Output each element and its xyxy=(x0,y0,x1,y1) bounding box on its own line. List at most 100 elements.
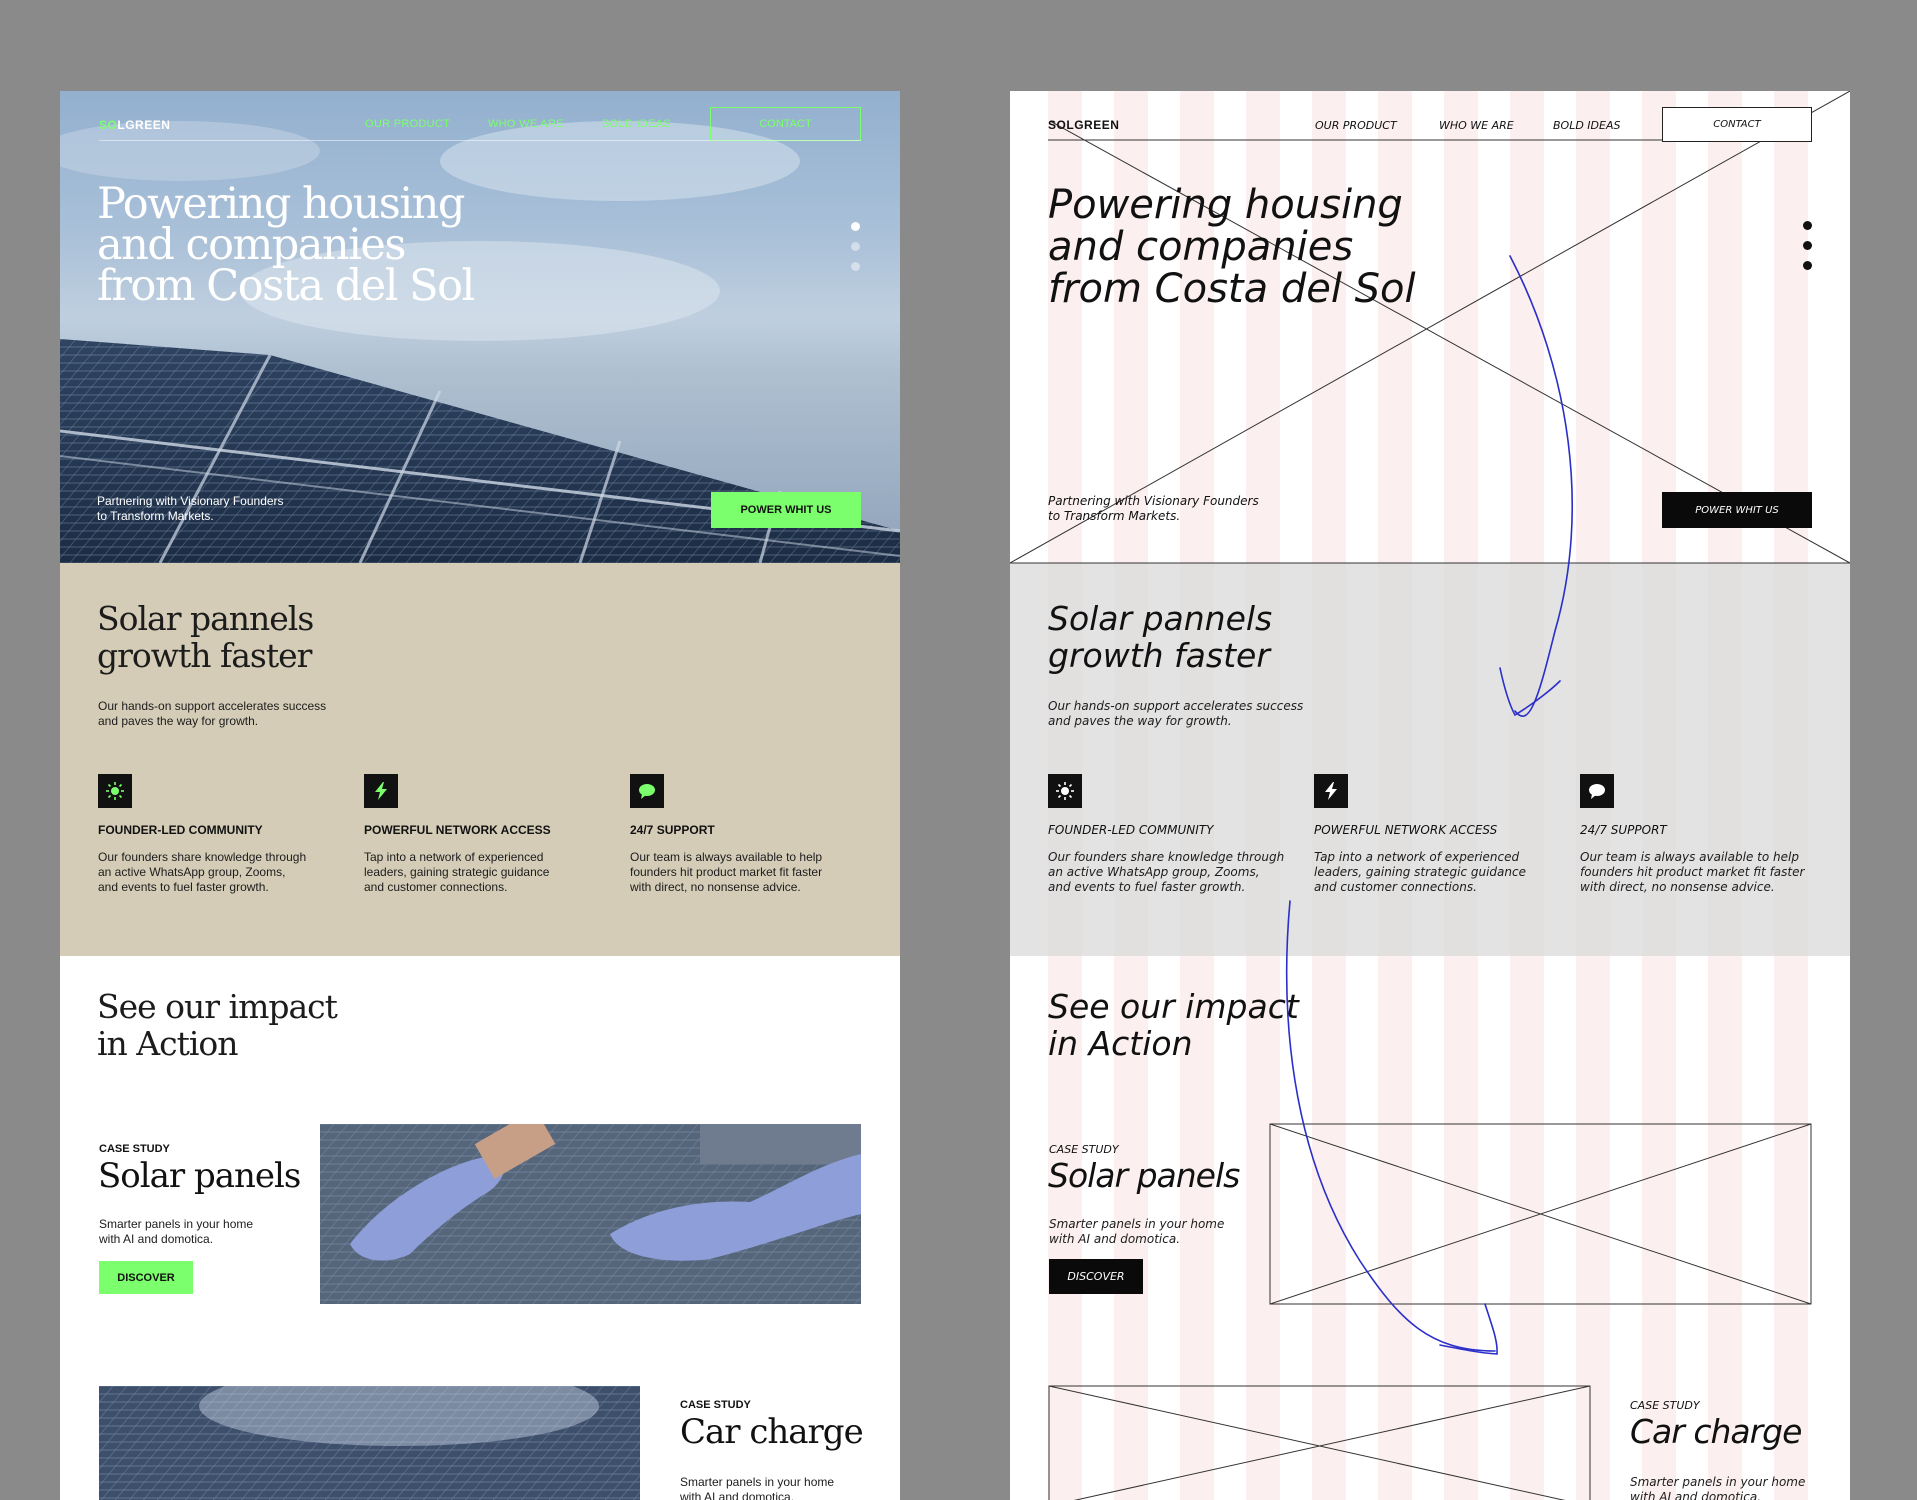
case-study-description: Smarter panels in your home with AI and … xyxy=(1630,1475,1805,1500)
hero-tagline-line: to Transform Markets. xyxy=(97,509,214,523)
features-section: Solar pannels growth faster Our hands-on… xyxy=(60,563,900,956)
case-study-description-line: with AI and domotica. xyxy=(680,1490,795,1500)
nav-who-we-are[interactable]: WHO WE ARE xyxy=(488,118,564,130)
case-study-label: CASE STUDY xyxy=(99,1143,170,1155)
features-heading-line: growth faster xyxy=(1048,636,1270,675)
feature-title: Powerful network access xyxy=(1314,823,1498,837)
contact-button[interactable]: CONTACT xyxy=(710,107,861,141)
feature-title: FOUNDER-LED COMMUNITY xyxy=(98,823,263,837)
impact-heading-line: in Action xyxy=(97,1024,239,1063)
features-heading-line: growth faster xyxy=(97,636,312,675)
hero-section: SOLGREEN OUR PRODUCT WHO WE ARE BOLD IDE… xyxy=(60,91,900,563)
lightning-icon xyxy=(1314,774,1348,808)
power-with-us-button[interactable]: POWER WHIT US xyxy=(711,492,861,528)
impact-heading-line: in Action xyxy=(1048,1024,1193,1063)
sun-icon xyxy=(1048,774,1082,808)
design-artboard: SOLGREEN OUR PRODUCT WHO WE ARE BOLD IDE… xyxy=(60,91,900,1500)
hero-title-line: from Costa del Sol xyxy=(1048,266,1416,312)
power-with-us-button[interactable]: POWER WHIT US xyxy=(1662,492,1812,528)
discover-button[interactable]: DISCOVER xyxy=(99,1261,193,1294)
case-study-title: Car charge xyxy=(1630,1412,1802,1451)
features-heading: Solar pannels growth faster xyxy=(1048,600,1272,674)
case-study-image-gloves xyxy=(320,1124,861,1304)
nav-bold-ideas[interactable]: BOLD IDEAS xyxy=(602,118,671,130)
case-study-description-line: Smarter panels in your home xyxy=(680,1475,835,1489)
logo[interactable]: SOLGREEN xyxy=(99,118,170,132)
hero-title: Powering housing and companies from Cost… xyxy=(97,183,517,308)
slide-dot[interactable] xyxy=(1803,241,1812,250)
discover-button[interactable]: DISCOVER xyxy=(1049,1259,1143,1294)
case-study-title: Car charge xyxy=(680,1412,864,1452)
feature-description-line: Tap into a network of experienced xyxy=(364,850,544,864)
logo[interactable]: SOLGREEN xyxy=(1048,118,1119,132)
feature-description-line: leaders, gaining strategic guidance xyxy=(1314,865,1526,879)
feature-description: Our founders share knowledge through an … xyxy=(98,850,338,895)
feature-description-line: Tap into a network of experienced xyxy=(1314,850,1520,864)
nav-our-product[interactable]: Our product xyxy=(1315,119,1397,132)
hero-title-line: and companies xyxy=(97,220,406,270)
hero-title-line: Powering housing xyxy=(1048,182,1403,228)
impact-heading: See our impact in Action xyxy=(1048,988,1299,1062)
slide-dot-active[interactable] xyxy=(851,222,860,231)
logo-text: LGREEN xyxy=(1066,118,1120,132)
slide-dot[interactable] xyxy=(1803,221,1812,230)
impact-heading: See our impact in Action xyxy=(97,988,338,1063)
case-study-description-line: Smarter panels in your home xyxy=(1630,1475,1806,1489)
feature-description: Tap into a network of experienced leader… xyxy=(1314,850,1554,895)
feature-title: 24/7 support xyxy=(1580,823,1667,837)
feature-description-line: an active WhatsApp group, Zooms, xyxy=(98,865,286,879)
features-intro-line: Our hands-on support accelerates success xyxy=(1048,699,1304,713)
case-study-label: CASE STUDY xyxy=(1049,1143,1119,1156)
nav-divider xyxy=(99,140,861,141)
slide-dot[interactable] xyxy=(851,262,860,271)
feature-description-line: with direct, no nonsense advice. xyxy=(1580,880,1775,894)
hero-tagline-line: Partnering with Visionary Founders xyxy=(97,494,284,508)
feature-description-line: leaders, gaining strategic guidance xyxy=(364,865,550,879)
case-study-description-line: with AI and domotica. xyxy=(1630,1490,1762,1500)
contact-button[interactable]: CONTACT xyxy=(1662,107,1812,142)
feature-description-line: founders hit product market fit faster xyxy=(1580,865,1805,879)
nav-bold-ideas[interactable]: Bold ideas xyxy=(1553,119,1620,132)
case-study-description: Smarter panels in your home with AI and … xyxy=(99,1217,253,1247)
features-intro: Our hands-on support accelerates success… xyxy=(1048,699,1303,729)
feature-description-line: Our founders share knowledge through xyxy=(1048,850,1285,864)
feature-description: Tap into a network of experienced leader… xyxy=(364,850,604,895)
chat-icon xyxy=(630,774,664,808)
feature-description: Our team is always available to help fou… xyxy=(1580,850,1820,895)
slide-dot[interactable] xyxy=(851,242,860,251)
case-study-description: Smarter panels in your home with AI and … xyxy=(1049,1217,1224,1247)
case-study-description-line: Smarter panels in your home xyxy=(1049,1217,1225,1231)
sun-icon: O xyxy=(107,118,118,132)
features-heading-line: Solar pannels xyxy=(97,599,314,638)
case-study-title: Solar panels xyxy=(1048,1156,1240,1195)
feature-description-line: Our team is always available to help xyxy=(1580,850,1799,864)
features-heading: Solar pannels growth faster xyxy=(97,599,314,675)
slide-dot[interactable] xyxy=(1803,261,1812,270)
sun-icon xyxy=(98,774,132,808)
case-study-description-line: with AI and domotica. xyxy=(1049,1232,1181,1246)
feature-title: Founder-led community xyxy=(1048,823,1214,837)
wireframe-artboard: SOLGREEN Our product Who we are Bold ide… xyxy=(1010,91,1850,1500)
features-heading-line: Solar pannels xyxy=(1048,599,1273,638)
case-study-title: Solar panels xyxy=(98,1156,301,1196)
nav-our-product[interactable]: OUR PRODUCT xyxy=(365,118,450,130)
logo-letter: S xyxy=(1048,118,1057,132)
feature-description-line: and customer connections. xyxy=(1314,880,1477,894)
hero-tagline-line: to Transform Markets. xyxy=(1048,509,1181,523)
feature-title: POWERFUL NETWORK ACCESS xyxy=(364,823,551,837)
features-intro: Our hands-on support accelerates success… xyxy=(98,699,326,729)
feature-description-line: with direct, no nonsense advice. xyxy=(630,880,801,894)
case-study-image-panels xyxy=(99,1386,640,1500)
hero-title-line: and companies xyxy=(1048,224,1354,270)
chat-icon xyxy=(1580,774,1614,808)
case-study-label: CASE STUDY xyxy=(1630,1399,1700,1412)
feature-description-line: and events to fuel faster growth. xyxy=(1048,880,1246,894)
logo-letter: S xyxy=(99,118,108,132)
features-intro-line: and paves the way for growth. xyxy=(1048,714,1232,728)
hero-title: Powering housing and companies from Cost… xyxy=(1048,184,1488,310)
feature-description-line: Our team is always available to help xyxy=(630,850,823,864)
case-study-description-line: Smarter panels in your home xyxy=(99,1217,254,1231)
lightning-icon xyxy=(364,774,398,808)
nav-who-we-are[interactable]: Who we are xyxy=(1439,119,1514,132)
feature-description-line: and events to fuel faster growth. xyxy=(98,880,269,894)
